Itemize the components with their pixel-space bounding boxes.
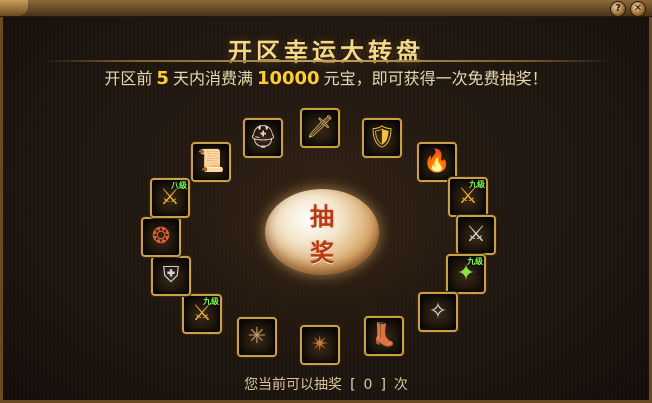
prize-slot[interactable]: ✳ bbox=[237, 317, 277, 357]
draw-count-text: 您当前可以抽奖 [0] 次 bbox=[0, 374, 652, 394]
prize-slot[interactable]: ⚔ bbox=[456, 215, 496, 255]
prize-slot[interactable]: ⚔ 九级 bbox=[448, 177, 488, 217]
level-badge: 九级 bbox=[203, 297, 219, 306]
draw-count-prefix: 您当前可以抽奖 bbox=[244, 377, 343, 393]
prize-slot[interactable]: 📜 bbox=[191, 142, 231, 182]
red-armor-icon: 🔥 bbox=[423, 149, 451, 174]
title-bar bbox=[0, 0, 652, 17]
claw-icon: ✧ bbox=[428, 299, 448, 324]
helmet-icon: ⛑ bbox=[249, 125, 277, 150]
draw-label-1: 抽 bbox=[310, 202, 334, 231]
prize-slot[interactable]: ❂ bbox=[141, 217, 181, 257]
crossed-blades-icon: ✴ bbox=[310, 332, 330, 357]
prize-slot[interactable]: ⛑ bbox=[243, 118, 283, 158]
promo-days: 5 bbox=[156, 68, 169, 89]
promo-mid: 天内消费满 bbox=[172, 69, 253, 88]
prize-slot[interactable]: 🔥 bbox=[417, 142, 457, 182]
spiked-weapon-icon: ✳ bbox=[247, 324, 267, 349]
level-badge: 九级 bbox=[469, 180, 485, 189]
title-divider bbox=[40, 60, 612, 62]
belt-icon: ❂ bbox=[151, 224, 171, 249]
prize-slot[interactable]: ⚔ 八级 bbox=[150, 178, 190, 218]
promo-prefix: 开区前 bbox=[104, 69, 153, 88]
draw-count-value: 0 bbox=[363, 377, 373, 393]
prize-slot[interactable]: 🗡 bbox=[300, 108, 340, 148]
scroll-icon: 📜 bbox=[197, 149, 225, 174]
help-button[interactable]: ? bbox=[610, 1, 626, 17]
promo-amount: 10000 bbox=[256, 68, 320, 89]
prize-slot[interactable]: ✴ bbox=[300, 325, 340, 365]
draw-label-2: 奖 bbox=[310, 238, 334, 267]
close-button[interactable]: ✕ bbox=[630, 1, 646, 17]
level-badge: 九级 bbox=[467, 257, 483, 266]
golden-armor-icon: 🛡 bbox=[368, 125, 396, 150]
promo-text: 开区前 5 天内消费满 10000 元宝，即可获得一次免费抽奖！ bbox=[0, 65, 652, 89]
prize-slot[interactable]: 🛡 bbox=[362, 118, 402, 158]
sword-icon: ⚔ bbox=[466, 222, 486, 247]
prize-slot[interactable]: ✦ 九级 bbox=[446, 254, 486, 294]
silver-armor-icon: ⛨ bbox=[162, 263, 180, 288]
draw-count-suffix: 次 bbox=[393, 377, 408, 393]
draw-count-open: [ bbox=[350, 377, 356, 393]
prize-slot[interactable]: 👢 bbox=[364, 316, 404, 356]
draw-button[interactable]: 抽 奖 bbox=[265, 189, 379, 275]
prize-slot[interactable]: ⚔ 九级 bbox=[182, 294, 222, 334]
prize-slot[interactable]: ✧ bbox=[418, 292, 458, 332]
draw-count-close: ] bbox=[380, 377, 386, 393]
dagger-icon: 🗡 bbox=[306, 115, 334, 140]
level-badge: 八级 bbox=[171, 181, 187, 190]
prize-slot[interactable]: ⛨ bbox=[151, 256, 191, 296]
promo-suffix: 元宝，即可获得一次免费抽奖！ bbox=[323, 69, 548, 88]
frame-corner-ornament bbox=[0, 0, 28, 16]
gold-boots-icon: 👢 bbox=[370, 323, 398, 348]
